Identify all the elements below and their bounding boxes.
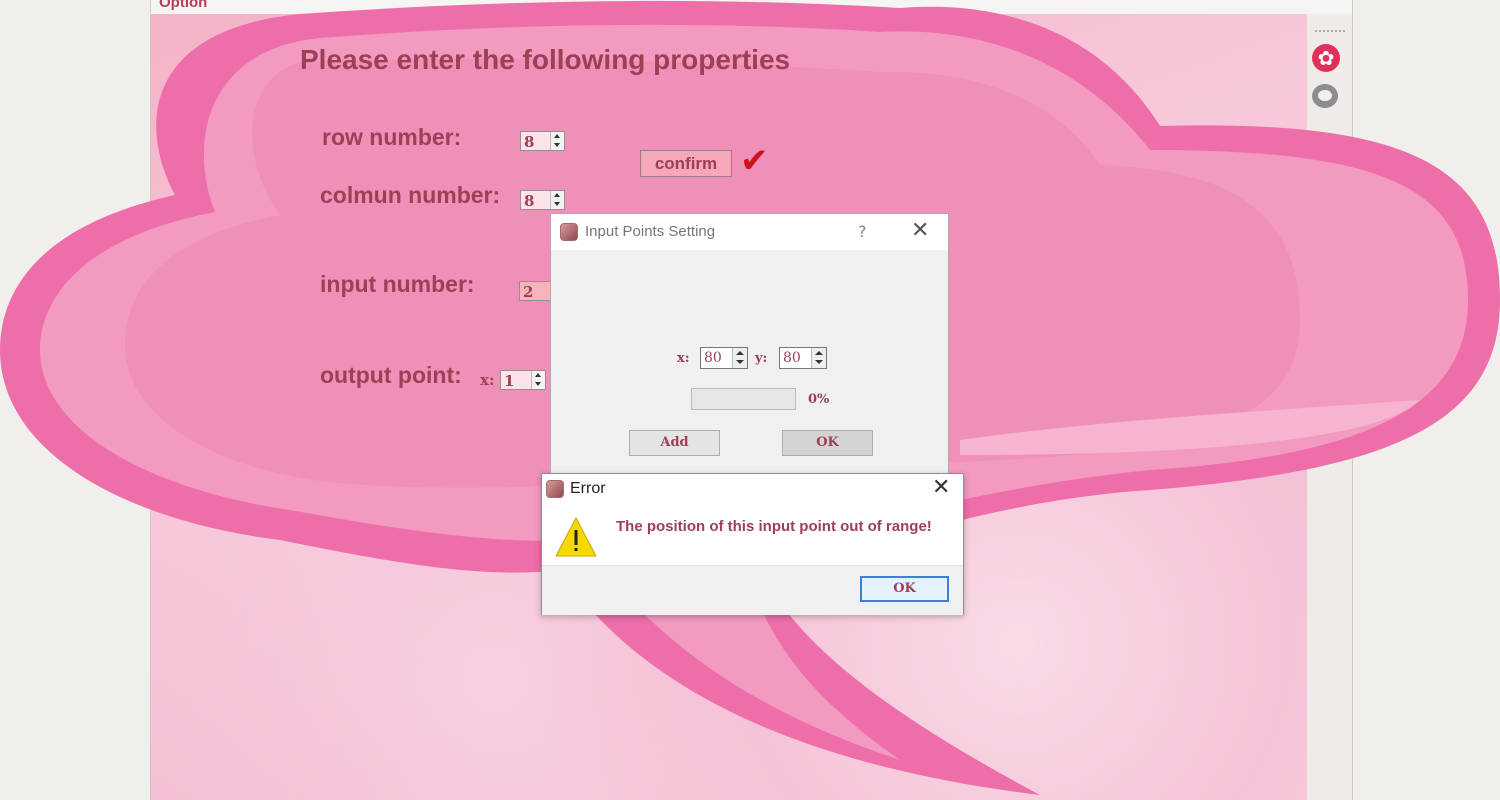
input-points-title: Input Points Setting <box>585 223 716 240</box>
progress-bar <box>691 388 796 410</box>
form-heading: Please enter the following properties <box>300 44 791 75</box>
progress-text: 0% <box>808 392 830 407</box>
ok-button[interactable]: OK <box>782 430 873 456</box>
point-x-label: x: <box>677 351 690 366</box>
app-avatar-icon <box>546 480 564 498</box>
column-number-value: 8 <box>524 192 535 210</box>
row-number-value: 8 <box>524 133 535 151</box>
error-dialog: Error ✕ The position of this input point… <box>541 473 964 615</box>
help-icon[interactable]: ? <box>858 222 867 241</box>
add-button[interactable]: Add <box>629 430 720 456</box>
row-number-stepper[interactable]: 8 <box>520 131 565 151</box>
warning-icon <box>555 516 597 557</box>
close-icon[interactable]: ✕ <box>932 476 950 500</box>
checkmark-icon: ✔ <box>740 141 769 181</box>
input-number-label: input number: <box>320 271 475 297</box>
point-y-label: y: <box>755 351 768 366</box>
error-ok-button[interactable]: OK <box>860 576 949 602</box>
point-x-value: 80 <box>704 350 722 366</box>
output-x-arrows[interactable] <box>531 371 545 389</box>
point-x-arrows[interactable] <box>732 348 747 368</box>
input-points-dialog: Input Points Setting ? ✕ x: 80 y: 80 0% … <box>550 213 949 475</box>
row-number-label: row number: <box>322 124 462 150</box>
point-y-value: 80 <box>783 350 801 366</box>
input-points-titlebar[interactable]: Input Points Setting ? ✕ <box>551 214 948 250</box>
column-number-label: colmun number: <box>320 182 501 208</box>
error-titlebar[interactable]: Error ✕ <box>542 474 963 504</box>
row-number-arrows[interactable] <box>550 132 564 150</box>
close-icon[interactable]: ✕ <box>911 219 929 243</box>
column-number-stepper[interactable]: 8 <box>520 190 565 210</box>
output-point-label: output point: <box>320 362 462 388</box>
error-message: The position of this input point out of … <box>616 518 932 535</box>
point-x-stepper[interactable]: 80 <box>700 347 748 369</box>
output-x-stepper[interactable]: 1 <box>500 370 546 390</box>
point-y-stepper[interactable]: 80 <box>779 347 827 369</box>
confirm-button[interactable]: confirm <box>640 150 732 177</box>
output-x-label: x: <box>480 371 495 389</box>
error-title: Error <box>570 480 606 497</box>
column-number-arrows[interactable] <box>550 191 564 209</box>
output-x-value: 1 <box>504 372 515 390</box>
error-footer: OK <box>542 565 963 615</box>
input-number-value: 2 <box>523 283 534 301</box>
app-avatar-icon <box>560 223 578 241</box>
point-y-arrows[interactable] <box>811 348 826 368</box>
